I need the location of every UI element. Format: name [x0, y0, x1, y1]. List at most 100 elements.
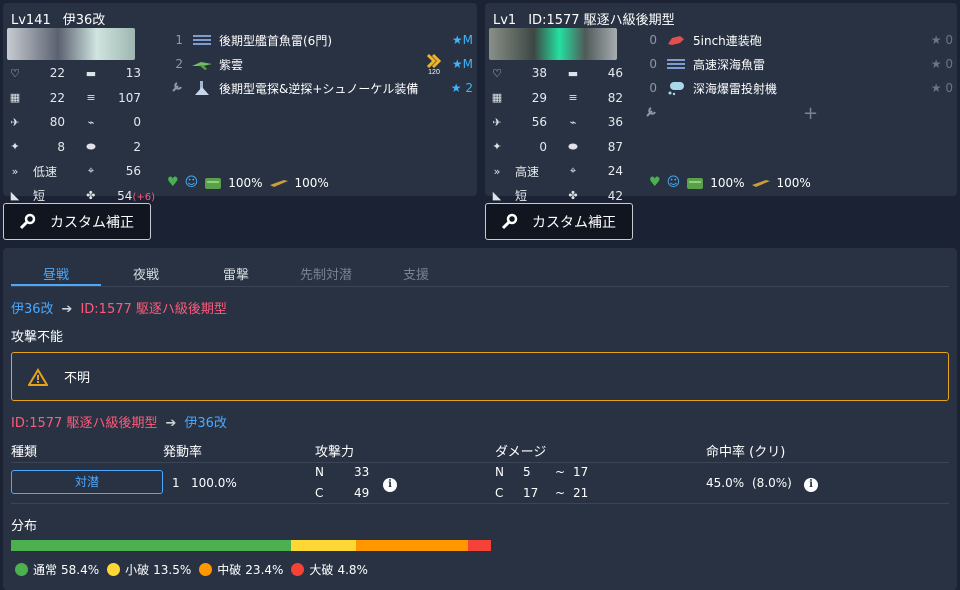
evasion-icon: ✈	[10, 115, 20, 129]
armor-icon: ▦	[9, 91, 21, 105]
improvement-level: ★ 0	[930, 81, 953, 95]
luck-icon: ✤	[568, 189, 578, 203]
wrench-icon	[645, 106, 657, 121]
ship-stats: ♡ 22 ▬ 13 ▦ 22 ≡ 107 ✈ 80 ⌁ 0 ✦ 8 ⬬ 2 » 低速 ⌖ 56 ◣ 短…	[7, 61, 167, 208]
legend-label: 大破	[309, 563, 334, 577]
aircraft-icon: ✦	[492, 140, 502, 154]
legend-label: 小破	[125, 563, 150, 577]
attack-multiplier: 1	[172, 476, 180, 490]
damage-normal-max: 17	[573, 465, 589, 479]
legend-item: 小破 13.5%	[107, 561, 191, 578]
custom-correction-button[interactable]: カスタム補正	[3, 203, 151, 240]
armor-icon: ▦	[491, 91, 503, 105]
aircraft-icon: ✦	[10, 140, 20, 154]
improvement-level: ★ 0	[930, 33, 953, 47]
equipment-slot[interactable]: 2 紫雲 120 ★M	[171, 52, 473, 76]
ship-title: Lv141 伊36改	[11, 9, 117, 28]
distribution-segment	[467, 540, 491, 551]
legend-value: 23.4%	[245, 562, 284, 577]
power-normal: 33	[354, 465, 370, 479]
ship-status: ♥ ☺ 100% 100%	[649, 175, 811, 190]
tab-opening-asw[interactable]: 先制対潜	[281, 256, 371, 286]
svg-text:120: 120	[428, 69, 440, 75]
torpedo-stat-icon: ≡	[86, 91, 96, 105]
ship-banner-image[interactable]	[7, 28, 135, 60]
equipment-slot[interactable]: 後期型電探&逆探+シュノーケル装備 ★ 2	[171, 76, 473, 100]
trigger-rate: 100.0%	[191, 476, 237, 490]
col-header-accuracy: 命中率 (クリ)	[706, 445, 786, 460]
ship-level: Lv141	[11, 13, 51, 28]
torpedo-icon	[665, 56, 687, 72]
legend-dot-icon	[199, 563, 213, 576]
distribution-legend: 通常 58.4% 小破 13.5% 中破 23.4% 大破 4.8%	[15, 561, 376, 578]
distribution-segment	[355, 540, 468, 551]
power-info-icon[interactable]: i	[383, 476, 397, 492]
ammo-icon	[751, 177, 771, 189]
ship-banner-image[interactable]	[489, 28, 617, 60]
legend-value: 13.5%	[153, 562, 192, 577]
tab-night-battle[interactable]: 夜戦	[101, 256, 191, 286]
luck-icon: ✤	[86, 189, 96, 203]
anti-air-icon: ⌁	[569, 115, 577, 129]
legend-item: 大破 4.8%	[291, 561, 368, 578]
legend-dot-icon	[107, 563, 121, 576]
legend-item: 中破 23.4%	[199, 561, 283, 578]
heart-icon: ♥	[649, 175, 661, 190]
firepower-icon: ▬	[567, 66, 579, 80]
power-critical: 49	[354, 486, 370, 500]
warning-box: 不明	[11, 352, 949, 401]
equipment-slot[interactable]: 0 深海爆雷投射機 ★ 0	[645, 76, 953, 100]
crit-rate: (8.0%)	[752, 476, 792, 490]
ship-status: ♥ ☺ 100% 100%	[167, 175, 329, 190]
ship-stats: ♡ 38 ▬ 46 ▦ 29 ≡ 82 ✈ 56 ⌁ 36 ✦ 0 ⬬ 87 » 高速 ⌖ 24 ◣…	[489, 61, 649, 208]
attack-route: ID:1577 駆逐ハ級後期型 ➔ 伊36改	[11, 416, 227, 431]
custom-correction-button[interactable]: カスタム補正	[485, 203, 633, 240]
attack-type-badge[interactable]: 対潜	[11, 470, 163, 494]
empty-equipment-slot[interactable]	[645, 101, 953, 125]
distribution-segment	[291, 540, 356, 551]
col-header-type: 種類	[11, 445, 38, 460]
col-header-rate: 発動率	[163, 445, 203, 460]
improvement-level: ★M	[451, 33, 473, 47]
wrench-icon	[500, 213, 518, 231]
add-equipment-icon[interactable]: +	[803, 103, 818, 124]
attacker-ship-panel: Lv141 伊36改 ♡ 22 ▬ 13 ▦ 22 ≡ 107 ✈ 80 ⌁ 0 ✦ 8 ⬬ 2 …	[3, 3, 477, 203]
accuracy-info-icon[interactable]: i	[804, 476, 818, 492]
heart-icon: ♥	[167, 175, 179, 190]
legend-dot-icon	[291, 563, 305, 576]
morale-icon: ☺	[666, 175, 681, 190]
legend-item: 通常 58.4%	[15, 561, 99, 578]
ship-level: Lv1	[493, 13, 517, 28]
range-icon: ◣	[10, 189, 20, 203]
warning-icon	[28, 367, 48, 386]
tab-support[interactable]: 支援	[371, 256, 461, 286]
hp-icon: ♡	[10, 66, 20, 80]
seaplane-icon	[191, 56, 213, 72]
fuel-icon	[204, 176, 222, 190]
legend-label: 通常	[33, 563, 58, 577]
col-header-damage: ダメージ	[495, 445, 547, 460]
asw-icon: ⬬	[86, 139, 96, 153]
legend-value: 4.8%	[337, 562, 368, 577]
legend-value: 58.4%	[61, 562, 100, 577]
luck-bonus: (+6)	[132, 191, 155, 203]
legend-dot-icon	[15, 563, 28, 576]
firepower-icon: ▬	[85, 66, 97, 80]
defender-ship-panel: Lv1 ID:1577 駆逐ハ級後期型 ♡ 38 ▬ 46 ▦ 29 ≡ 82 ✈ 56 ⌁…	[485, 3, 957, 203]
distribution-segment	[11, 540, 292, 551]
attack-result: 攻撃不能	[11, 330, 64, 345]
equipment-slot[interactable]: 1 後期型艦首魚雷(6門) ★M	[171, 28, 473, 52]
los-icon: ⌖	[87, 164, 95, 178]
tab-divider	[11, 286, 949, 287]
damage-critical-min: 17	[523, 486, 539, 500]
speed-icon: »	[11, 164, 19, 178]
equipment-slot[interactable]: 0 5inch連装砲 ★ 0	[645, 28, 953, 52]
ship-title: Lv1 ID:1577 駆逐ハ級後期型	[493, 9, 687, 28]
equipment-slot[interactable]: 0 高速深海魚雷 ★ 0	[645, 52, 953, 76]
tab-torpedo[interactable]: 雷撃	[191, 256, 281, 286]
tab-day-battle[interactable]: 昼戦	[11, 256, 101, 286]
battle-analysis-panel: 昼戦 夜戦 雷撃 先制対潜 支援 伊36改 ➔ ID:1577 駆逐ハ級後期型 攻撃…	[3, 248, 957, 590]
battle-tabs: 昼戦 夜戦 雷撃 先制対潜 支援	[11, 256, 461, 286]
wrench-icon	[171, 81, 183, 96]
ammo-icon	[269, 177, 289, 189]
